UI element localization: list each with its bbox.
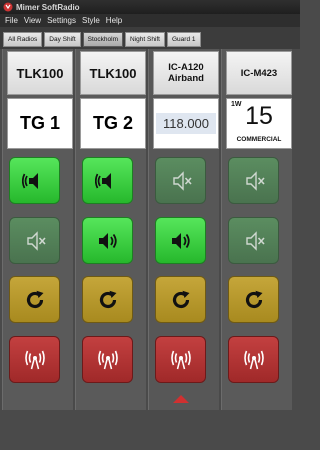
menu-bar: File View Settings Style Help [0,14,300,27]
reset-button[interactable] [82,276,133,323]
volume-icon [171,232,190,249]
reset-button[interactable] [9,276,60,323]
title-bar: Mimer SoftRadio [0,0,300,14]
mute-button[interactable] [9,217,60,264]
selected-radio-indicator [173,395,189,403]
speaker-button[interactable] [82,157,133,204]
app-logo-icon [3,2,13,12]
speaker-button[interactable] [9,157,60,204]
transmit-button[interactable] [155,336,206,383]
reset-icon [99,290,116,308]
channel-name: COMMERCIAL [236,136,282,143]
transmit-icon [97,350,118,369]
speaker-active-icon [21,172,38,189]
tab-bar: All Radios Day Shift Stockholm Night Shi… [0,27,300,49]
empty-area [0,410,300,450]
frequency-value: 118.000 [156,113,216,134]
volume-button[interactable] [155,217,206,264]
menu-settings[interactable]: Settings [44,16,79,25]
tab-guard-1[interactable]: Guard 1 [167,32,201,47]
volume-icon [98,232,117,249]
talkgroup-display[interactable]: TG 1 [7,98,73,149]
speaker-muted-icon [245,170,265,191]
transmit-button[interactable] [9,336,60,383]
talkgroup-display[interactable]: TG 2 [80,98,146,149]
speaker-button[interactable] [228,157,279,204]
tab-all-radios[interactable]: All Radios [3,32,43,47]
tab-night-shift[interactable]: Night Shift [125,32,165,47]
transmit-icon [24,350,45,369]
speaker-muted-icon [245,230,265,251]
channel-display[interactable]: 1W 15 COMMERCIAL [226,98,292,149]
transmit-icon [243,350,264,369]
radio-name[interactable]: IC-M423 [226,51,292,95]
speaker-active-icon [94,172,111,189]
menu-view[interactable]: View [21,16,44,25]
speaker-muted-icon [172,170,192,191]
radio-name[interactable]: IC-A120 Airband [153,51,219,95]
reset-icon [26,290,43,308]
radio-panel-2: TLK100 TG 2 [75,49,146,410]
radio-panel-4: IC-M423 1W 15 COMMERCIAL [221,49,292,410]
transmit-icon [170,350,191,369]
menu-file[interactable]: File [2,16,21,25]
frequency-display[interactable]: 118.000 [153,98,219,149]
reset-button[interactable] [155,276,206,323]
reset-button[interactable] [228,276,279,323]
channel-number: 15 [245,102,273,130]
reset-icon [245,290,262,308]
speaker-button[interactable] [155,157,206,204]
reset-icon [172,290,189,308]
volume-button[interactable] [82,217,133,264]
menu-help[interactable]: Help [103,16,125,25]
transmit-button[interactable] [228,336,279,383]
window-title: Mimer SoftRadio [16,2,80,12]
radio-panel-1: TLK100 TG 1 [2,49,73,410]
radio-panel-3: IC-A120 Airband 118.000 [148,49,219,410]
tab-day-shift[interactable]: Day Shift [44,32,81,47]
tab-stockholm[interactable]: Stockholm [82,32,123,47]
radio-name[interactable]: TLK100 [80,51,146,95]
speaker-muted-icon [26,230,46,251]
menu-style[interactable]: Style [79,16,103,25]
transmit-button[interactable] [82,336,133,383]
mute-button[interactable] [228,217,279,264]
radio-name[interactable]: TLK100 [7,51,73,95]
